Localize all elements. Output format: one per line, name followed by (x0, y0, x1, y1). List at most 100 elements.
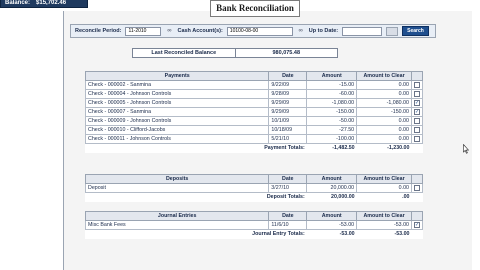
row-amount-to-clear[interactable]: 0.00 (356, 89, 412, 99)
table-row: Check - 000011 - Johnson Controls 5/21/10… (84, 134, 424, 144)
payments-table: Payments Date Amount Amount to Clear Che… (84, 71, 424, 153)
clear-checkbox-cell (410, 89, 424, 99)
period-input[interactable] (125, 26, 162, 36)
row-date: 11/6/10 (268, 220, 308, 230)
clear-checkbox-cell: ✓ (410, 220, 424, 230)
clear-checkbox[interactable]: ✓ (413, 99, 420, 106)
up-to-date-input[interactable] (342, 26, 383, 36)
totals-row: Journal Entry Totals: -53.00 -53.00 (85, 229, 423, 239)
row-description: Check - 000011 - Johnson Controls (84, 134, 270, 144)
row-date: 9/22/09 (268, 80, 308, 90)
row-amount-to-clear[interactable]: 0.00 (356, 125, 412, 135)
balance-value: $15,702.46 (36, 0, 67, 6)
row-description: Check - 000007 - Sanmina (84, 107, 270, 117)
clear-checkbox[interactable] (413, 135, 420, 142)
row-amount-to-clear[interactable]: 0.00 (356, 80, 412, 90)
row-description: Check - 000010 - Clifford-Jacobs (84, 125, 270, 135)
amount-header: Amount (306, 71, 358, 81)
total-clear: -53.00 (356, 229, 412, 239)
row-amount: -1,080.00 (306, 98, 358, 108)
calendar-icon[interactable] (386, 26, 399, 36)
last-reconciled-balance: Last Reconciled Balance 980,075.48 (132, 48, 338, 58)
row-amount-to-clear[interactable]: 0.00 (356, 183, 412, 193)
row-amount-to-clear[interactable]: 0.00 (356, 116, 412, 126)
table-row: Check - 000007 - Sanmina 9/29/09 -150.00 -1… (84, 107, 424, 117)
checkbox-header (410, 174, 424, 184)
row-amount-to-clear[interactable]: 0.00 (356, 134, 412, 144)
table-row: Misc Bank Fees 11/6/10 -53.00 -53.00 ✓ (84, 220, 424, 230)
row-amount: -53.00 (306, 220, 358, 230)
last-reconciled-value: 980,075.48 (234, 49, 338, 57)
row-amount: -100.00 (306, 134, 358, 144)
row-description: Check - 000002 - Sanmina (84, 80, 270, 90)
row-description: Check - 000005 - Johnson Controls (84, 98, 270, 108)
row-amount-to-clear[interactable]: -53.00 (356, 220, 412, 230)
table-row: Check - 000005 - Johnson Controls 9/29/09… (84, 98, 424, 108)
totals-row: Deposit Totals: 20,000.00 .00 (85, 192, 423, 202)
binoculars-icon[interactable]: ∞ (297, 28, 305, 35)
table-row: Check - 000002 - Sanmina 9/22/09 -15.00 0.0… (84, 80, 424, 90)
table-row: Deposit 3/27/10 20,000.00 0.00 (84, 183, 424, 193)
totals-row: Payment Totals: -1,482.50 -1,230.00 (85, 143, 423, 153)
clear-checkbox-cell (410, 80, 424, 90)
amount-to-clear-header: Amount to Clear (356, 71, 412, 81)
table-row: Check - 000010 - Clifford-Jacobs 10/18/09… (84, 125, 424, 135)
accounts-label: Cash Account(s): (177, 28, 223, 34)
page-title: Bank Reconciliation (210, 0, 300, 17)
clear-checkbox-cell (410, 125, 424, 135)
filter-bar: Reconcile Period: ∞ Cash Account(s): ∞ U… (70, 24, 436, 38)
clear-checkbox[interactable] (413, 117, 420, 124)
total-clear: .00 (356, 192, 412, 202)
clear-checkbox-cell: ✓ (410, 98, 424, 108)
date-label: Up to Date: (308, 28, 339, 34)
journal-entries-table: Journal Entries Date Amount Amount to Cl… (84, 211, 424, 239)
total-clear: -1,230.00 (356, 143, 412, 153)
row-date: 5/21/10 (268, 134, 308, 144)
total-amount: 20,000.00 (306, 192, 357, 202)
amount-to-clear-header: Amount to Clear (356, 174, 412, 184)
row-date: 9/28/09 (268, 89, 308, 99)
clear-checkbox[interactable] (413, 90, 420, 97)
last-reconciled-label: Last Reconciled Balance (151, 50, 217, 56)
deposits-header: Deposits (84, 174, 270, 184)
row-amount-to-clear[interactable]: -1,080.00 (356, 98, 412, 108)
clear-checkbox[interactable]: ✓ (413, 108, 420, 115)
row-amount: -27.50 (306, 125, 358, 135)
totals-label: Deposit Totals: (85, 192, 307, 202)
row-description: Check - 000004 - Johnson Controls (84, 89, 270, 99)
binoculars-icon[interactable]: ∞ (165, 28, 173, 35)
row-description: Deposit (84, 183, 270, 193)
checkbox-header (410, 71, 424, 81)
totals-label: Payment Totals: (85, 143, 307, 153)
totals-label: Journal Entry Totals: (85, 229, 307, 239)
clear-checkbox[interactable]: ✓ (413, 221, 420, 228)
row-date: 9/29/09 (268, 98, 308, 108)
clear-checkbox[interactable] (413, 126, 420, 133)
row-date: 9/29/09 (268, 107, 308, 117)
row-amount: -150.00 (306, 107, 358, 117)
clear-checkbox[interactable] (413, 81, 420, 88)
date-header: Date (268, 211, 308, 221)
row-amount: 20,000.00 (306, 183, 358, 193)
cash-account-input[interactable] (226, 26, 293, 36)
checkbox-header (410, 211, 424, 221)
clear-checkbox-cell: ✓ (410, 107, 424, 117)
row-date: 3/27/10 (268, 183, 308, 193)
row-amount: -50.00 (306, 116, 358, 126)
clear-checkbox[interactable] (413, 184, 420, 191)
clear-checkbox-cell (410, 116, 424, 126)
search-button[interactable]: Search (402, 26, 429, 36)
table-row: Check - 000009 - Johnson Controls 10/1/09… (84, 116, 424, 126)
row-description: Misc Bank Fees (84, 220, 270, 230)
journal-entries-header: Journal Entries (84, 211, 270, 221)
table-row: Check - 000004 - Johnson Controls 9/28/09… (84, 89, 424, 99)
total-amount: -1,482.50 (306, 143, 357, 153)
row-amount: -15.00 (306, 80, 358, 90)
payments-header: Payments (84, 71, 270, 81)
total-amount: -53.00 (306, 229, 357, 239)
date-header: Date (268, 174, 308, 184)
amount-to-clear-header: Amount to Clear (356, 211, 412, 221)
balance-summary: Balance: $15,702.46 (0, 0, 88, 8)
row-amount-to-clear[interactable]: -150.00 (356, 107, 412, 117)
period-label: Reconcile Period: (75, 28, 122, 34)
